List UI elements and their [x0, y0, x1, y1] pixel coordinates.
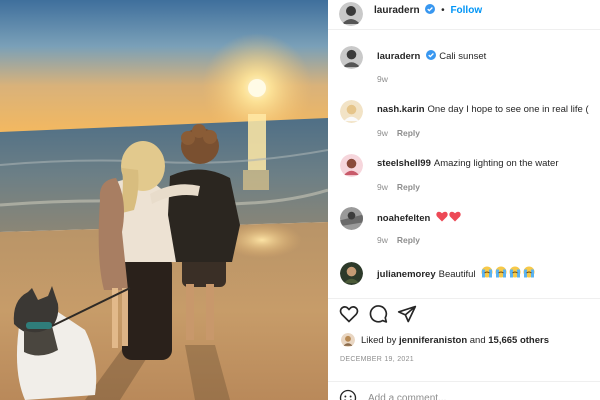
comment-text-row: julianemorey Beautiful: [377, 266, 537, 280]
comment-age: 9w: [377, 182, 388, 192]
add-comment-input[interactable]: [368, 390, 588, 400]
caption-meta: 9w: [377, 74, 388, 84]
commenter-avatar[interactable]: [340, 262, 363, 285]
post-header: lauradern • Follow: [328, 0, 600, 30]
likes-row: Liked by jenniferaniston and 15,665 othe…: [328, 330, 600, 352]
two-red-hearts: [436, 211, 461, 222]
likes-count-link[interactable]: 15,665 others: [488, 335, 549, 346]
first-liker-username[interactable]: jenniferaniston: [399, 335, 467, 346]
likes-text: Liked by jenniferaniston and 15,665 othe…: [361, 335, 549, 346]
paper-plane-icon[interactable]: [397, 304, 417, 324]
caption-username[interactable]: lauradern: [377, 51, 420, 62]
comment-text: Beautiful: [438, 269, 476, 280]
reply-button[interactable]: Reply: [397, 182, 420, 192]
likes-prefix: Liked by: [361, 335, 397, 346]
sunset-beach-photo: [0, 0, 328, 400]
add-comment-bar: [328, 381, 600, 400]
comment-icon[interactable]: [368, 304, 388, 324]
reply-button[interactable]: Reply: [397, 235, 420, 245]
comment-username[interactable]: noahefelten: [377, 213, 430, 224]
likes-conjunction: and: [469, 335, 486, 346]
follow-button[interactable]: Follow: [450, 5, 482, 16]
comment-meta: 9w Reply: [377, 235, 420, 245]
author-avatar[interactable]: [339, 2, 363, 26]
separator-dot: •: [441, 5, 445, 16]
author-username[interactable]: lauradern: [374, 5, 420, 16]
comment-age: 9w: [377, 235, 388, 245]
verified-badge-icon: [426, 50, 437, 60]
post-side-panel: lauradern • Follow lauradern Cali sunset: [328, 0, 600, 400]
comment-age: 9w: [377, 128, 388, 138]
comment-meta: 9w Reply: [377, 128, 420, 138]
caption-text: Cali sunset: [439, 51, 487, 62]
comment-username[interactable]: nash.karin: [377, 104, 425, 115]
comment-text-row: nash.karin One day I hope to see one in r…: [377, 104, 589, 115]
commenter-avatar[interactable]: [340, 100, 363, 123]
comment-text-row: steelshell99 Amazing lighting on the wate…: [377, 158, 559, 169]
author-avatar-caption[interactable]: [340, 46, 363, 69]
commenter-avatar[interactable]: [340, 207, 363, 230]
post-date: DECEMBER 19, 2021: [340, 356, 414, 363]
commenter-avatar[interactable]: [340, 154, 363, 177]
comment-text: Amazing lighting on the water: [433, 158, 559, 169]
verified-badge-icon: [425, 4, 436, 14]
heart-icon[interactable]: [339, 304, 359, 324]
comment-username[interactable]: steelshell99: [377, 158, 431, 169]
smiley-icon[interactable]: [339, 389, 357, 400]
comment-meta: 9w Reply: [377, 182, 420, 192]
comment-username[interactable]: julianemorey: [377, 269, 436, 280]
liker-avatar[interactable]: [341, 333, 355, 347]
comment-text-row: noahefelten: [377, 211, 462, 224]
caption-text-row: lauradern Cali sunset: [377, 50, 486, 62]
four-crying-face-emoji: [481, 266, 535, 278]
comment-text: One day I hope to see one in real life (: [427, 104, 589, 115]
action-bar: [328, 298, 600, 328]
caption-age: 9w: [377, 74, 388, 84]
header-row: lauradern • Follow: [374, 4, 482, 16]
post-photo[interactable]: [0, 0, 328, 400]
reply-button[interactable]: Reply: [397, 128, 420, 138]
